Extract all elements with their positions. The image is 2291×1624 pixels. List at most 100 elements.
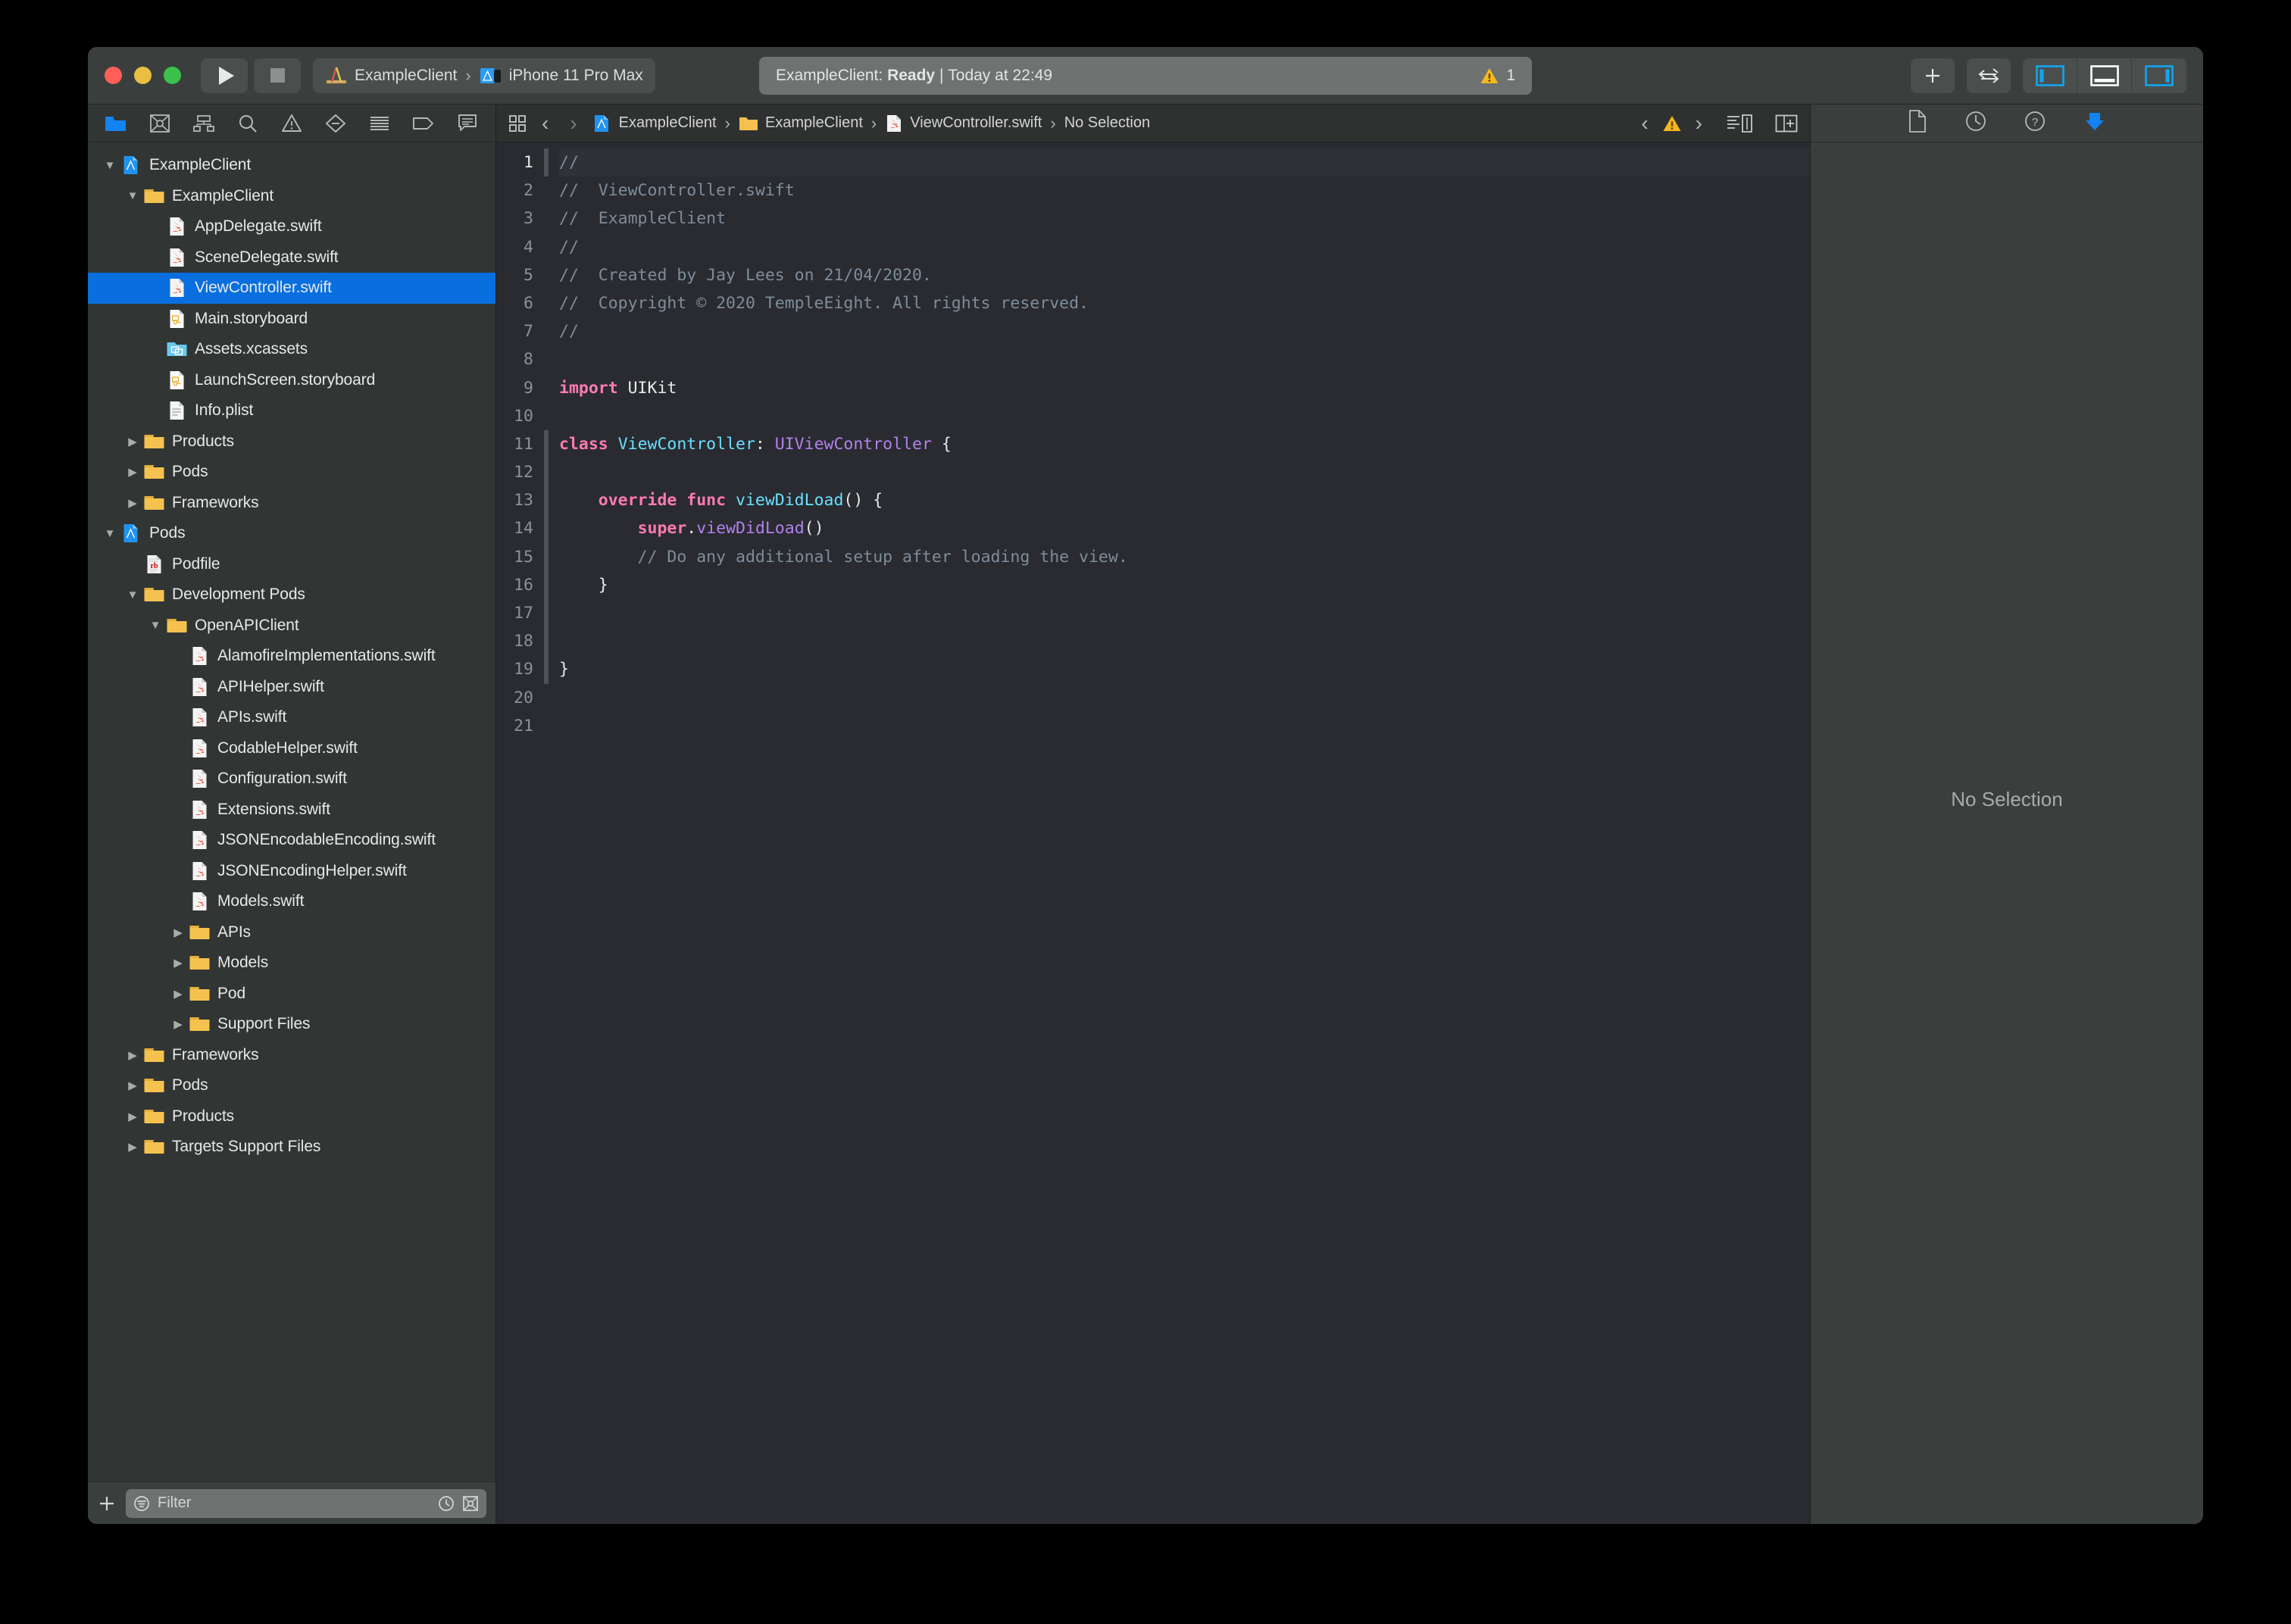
tree-row-viewcontroller-swift[interactable]: ▶ ViewController.swift xyxy=(88,273,495,304)
breadcrumb-item-2[interactable]: ViewController.swift xyxy=(910,114,1042,132)
code-line[interactable]: // Do any additional setup after loading… xyxy=(559,543,1810,571)
toggle-navigator-button[interactable] xyxy=(2023,58,2077,93)
close-button[interactable] xyxy=(105,67,122,84)
status-bar[interactable]: ExampleClient: Ready | Today at 22:49 1 xyxy=(759,56,1532,95)
fold-marker[interactable] xyxy=(544,599,549,628)
disclosure-triangle-closed[interactable]: ▶ xyxy=(123,1140,142,1154)
source-control-filter-icon[interactable] xyxy=(462,1495,479,1512)
fold-marker[interactable] xyxy=(544,542,549,571)
tree-row-targets-support-files[interactable]: ▶ Targets Support Files xyxy=(88,1132,495,1163)
code-line[interactable]: // ViewController.swift xyxy=(559,176,1810,205)
fold-marker[interactable] xyxy=(544,655,549,684)
scheme-selector[interactable]: ExampleClient › iPhone 11 Pro Max xyxy=(313,58,655,93)
related-items-button[interactable] xyxy=(508,114,527,133)
code-line[interactable]: import UIKit xyxy=(559,374,1810,402)
fold-marker[interactable] xyxy=(544,570,549,599)
fold-marker[interactable] xyxy=(543,684,550,712)
tree-row-podfile[interactable]: ▶ rb Podfile xyxy=(88,549,495,580)
fold-marker[interactable] xyxy=(544,627,549,656)
disclosure-triangle-open[interactable]: ▼ xyxy=(145,619,165,632)
filter-input[interactable]: Filter xyxy=(158,1494,191,1512)
tree-row-main-storyboard[interactable]: ▶ Main.storyboard xyxy=(88,304,495,335)
disclosure-triangle-closed[interactable]: ▶ xyxy=(168,1017,188,1031)
fold-marker[interactable] xyxy=(544,458,549,487)
code-editor[interactable]: 1 2 3 4 5 6 7 8 9 10 11 12 13 14 15 16 17 18 19 20 21 //// V… xyxy=(496,142,1810,1524)
fold-marker[interactable] xyxy=(544,486,549,515)
disclosure-triangle-closed[interactable]: ▶ xyxy=(123,1048,142,1062)
add-editor-button[interactable] xyxy=(1775,114,1798,133)
quick-help-inspector-tab[interactable]: ? xyxy=(2024,111,2046,136)
debug-navigator-tab[interactable] xyxy=(367,112,392,135)
history-inspector-tab[interactable] xyxy=(1965,111,1986,136)
tree-row-openapiclient[interactable]: ▼ OpenAPIClient xyxy=(88,611,495,642)
previous-issue-button[interactable]: ‹ xyxy=(1636,111,1652,136)
tree-row-launchscreen-storyboard[interactable]: ▶ LaunchScreen.storyboard xyxy=(88,365,495,396)
fold-marker[interactable] xyxy=(544,429,549,459)
zoom-button[interactable] xyxy=(164,67,181,84)
disclosure-triangle-closed[interactable]: ▶ xyxy=(168,926,188,939)
code-line[interactable]: override func viewDidLoad() { xyxy=(559,486,1810,514)
tree-row-extensions-swift[interactable]: ▶ Extensions.swift xyxy=(88,795,495,826)
code-fold-ribbon[interactable] xyxy=(543,142,550,1524)
minimap-toggle-button[interactable] xyxy=(1727,114,1752,133)
swap-editors-button[interactable] xyxy=(1967,58,2011,93)
breadcrumb-item-0[interactable]: ExampleClient xyxy=(619,114,717,132)
tree-row-frameworks[interactable]: ▶ Frameworks xyxy=(88,488,495,519)
navigate-back-button[interactable]: ‹ xyxy=(536,111,555,136)
disclosure-triangle-closed[interactable]: ▶ xyxy=(123,465,142,479)
tree-row-appdelegate-swift[interactable]: ▶ AppDelegate.swift xyxy=(88,211,495,242)
navigate-forward-button[interactable]: › xyxy=(564,111,583,136)
tree-row-codablehelper-swift[interactable]: ▶ CodableHelper.swift xyxy=(88,733,495,764)
fold-marker[interactable] xyxy=(543,374,550,402)
tree-row-apihelper-swift[interactable]: ▶ APIHelper.swift xyxy=(88,672,495,703)
test-navigator-tab[interactable] xyxy=(323,112,348,135)
code-line[interactable]: // xyxy=(559,317,1810,345)
code-line[interactable] xyxy=(559,599,1810,627)
code-line[interactable] xyxy=(559,712,1810,740)
fold-marker[interactable] xyxy=(543,233,550,261)
tree-row-pods[interactable]: ▶ Pods xyxy=(88,1070,495,1101)
disclosure-triangle-closed[interactable]: ▶ xyxy=(168,987,188,1001)
code-line[interactable] xyxy=(559,684,1810,712)
disclosure-triangle-closed[interactable]: ▶ xyxy=(123,435,142,448)
tree-row-info-plist[interactable]: ▶ Info.plist xyxy=(88,395,495,426)
breadcrumb-item-1[interactable]: ExampleClient xyxy=(765,114,863,132)
fold-marker[interactable] xyxy=(543,176,550,205)
code-line[interactable]: // xyxy=(559,148,1810,177)
fold-marker[interactable] xyxy=(543,712,550,740)
fold-marker[interactable] xyxy=(543,289,550,317)
tree-row-models[interactable]: ▶ Models xyxy=(88,948,495,979)
code-line[interactable]: // Copyright © 2020 TempleEight. All rig… xyxy=(559,289,1810,317)
issue-navigator-tab[interactable] xyxy=(279,112,305,135)
fold-marker[interactable] xyxy=(543,205,550,233)
fold-marker[interactable] xyxy=(543,317,550,345)
tree-row-frameworks[interactable]: ▶ Frameworks xyxy=(88,1040,495,1071)
code-line[interactable] xyxy=(559,627,1810,655)
stop-button[interactable] xyxy=(254,58,301,93)
code-line[interactable]: class ViewController: UIViewController { xyxy=(559,430,1810,458)
disclosure-triangle-open[interactable]: ▼ xyxy=(123,589,142,601)
toggle-inspector-button[interactable] xyxy=(2132,58,2186,93)
code-line[interactable] xyxy=(559,458,1810,486)
fold-marker[interactable] xyxy=(543,261,550,289)
tree-row-products[interactable]: ▶ Products xyxy=(88,426,495,458)
tree-row-apis-swift[interactable]: ▶ APIs.swift xyxy=(88,702,495,733)
code-line[interactable]: // ExampleClient xyxy=(559,205,1810,233)
tree-row-jsonencodableencoding-swift[interactable]: ▶ JSONEncodableEncoding.swift xyxy=(88,825,495,856)
source-control-navigator-tab[interactable] xyxy=(147,112,173,135)
disclosure-triangle-closed[interactable]: ▶ xyxy=(168,956,188,970)
code-line[interactable] xyxy=(559,345,1810,373)
tree-row-pods[interactable]: ▼ Pods xyxy=(88,518,495,549)
tree-row-pods[interactable]: ▶ Pods xyxy=(88,457,495,488)
tree-row-development-pods[interactable]: ▼ Development Pods xyxy=(88,579,495,611)
report-navigator-tab[interactable] xyxy=(455,112,480,135)
disclosure-triangle-closed[interactable]: ▶ xyxy=(123,496,142,510)
disclosure-triangle-closed[interactable]: ▶ xyxy=(123,1110,142,1123)
tree-row-jsonencodinghelper-swift[interactable]: ▶ JSONEncodingHelper.swift xyxy=(88,856,495,887)
run-button[interactable] xyxy=(201,58,248,93)
code-line[interactable]: } xyxy=(559,655,1810,683)
code-line[interactable]: // Created by Jay Lees on 21/04/2020. xyxy=(559,261,1810,289)
tree-row-exampleclient[interactable]: ▼ ExampleClient xyxy=(88,181,495,212)
disclosure-triangle-open[interactable]: ▼ xyxy=(100,527,120,540)
fold-marker[interactable] xyxy=(543,402,550,430)
